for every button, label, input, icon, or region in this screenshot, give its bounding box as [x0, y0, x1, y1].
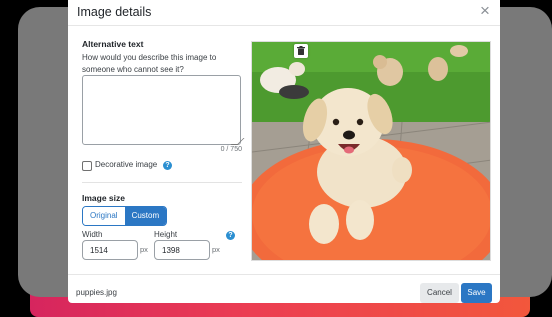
close-icon[interactable]: ×: [480, 2, 490, 20]
decorative-checkbox[interactable]: [82, 161, 92, 171]
section-divider: [82, 182, 242, 183]
delete-image-button[interactable]: [294, 44, 308, 58]
alt-text-help: How would you describe this image to som…: [82, 53, 217, 74]
size-mode-toggle: Original Custom: [82, 206, 168, 226]
puppies-photo: [252, 42, 490, 260]
size-option-custom[interactable]: Custom: [124, 207, 167, 225]
height-input[interactable]: [154, 240, 210, 260]
dialog-title: Image details: [77, 5, 152, 19]
save-button[interactable]: Save: [461, 283, 492, 303]
height-label: Height: [154, 230, 178, 239]
image-size-heading: Image size: [82, 193, 125, 203]
width-label: Width: [82, 230, 103, 239]
height-unit: px: [212, 245, 220, 254]
cancel-button[interactable]: Cancel: [420, 283, 459, 303]
width-input[interactable]: [82, 240, 138, 260]
size-help-icon[interactable]: ?: [226, 231, 235, 240]
image-details-dialog: Image details × Alternative text How wou…: [68, 0, 500, 303]
alt-text-heading: Alternative text: [82, 39, 144, 49]
decorative-help-icon[interactable]: ?: [163, 161, 172, 170]
decorative-label[interactable]: Decorative image: [95, 160, 157, 169]
width-unit: px: [140, 245, 148, 254]
size-option-original[interactable]: Original: [83, 207, 125, 225]
file-name: puppies.jpg: [76, 288, 117, 297]
trash-icon: [297, 46, 305, 55]
header-divider: [68, 25, 500, 26]
alt-text-counter: 0 / 750: [220, 146, 242, 153]
alt-text-input[interactable]: [82, 75, 241, 145]
image-preview: [251, 41, 491, 261]
footer-divider: [68, 274, 500, 275]
